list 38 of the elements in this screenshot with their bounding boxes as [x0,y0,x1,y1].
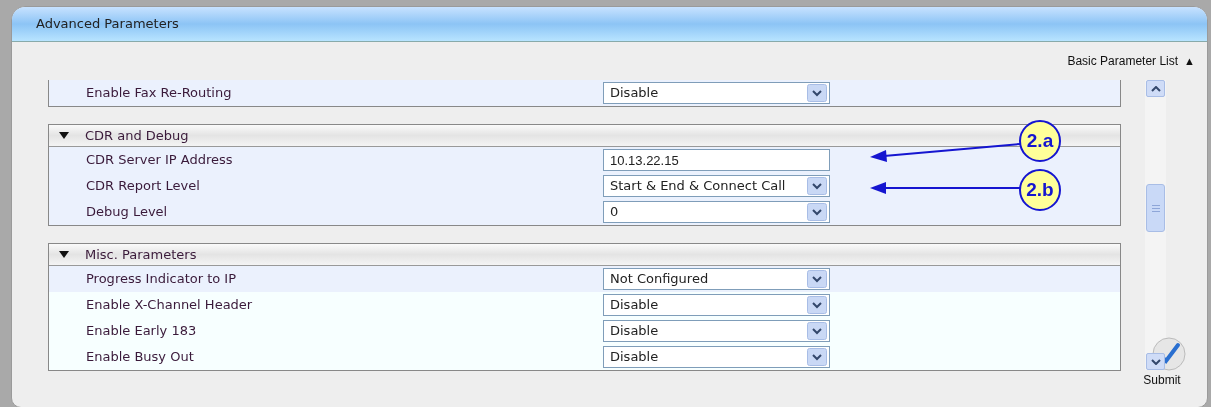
parameter-label: Enable Busy Out [85,348,195,367]
chevron-down-icon [1150,358,1161,365]
expanded-triangle-icon [59,132,69,139]
expanded-triangle-icon [59,251,69,258]
caret-icon [807,296,827,314]
dropdown[interactable]: Disable [603,82,830,104]
scroll-up-button[interactable] [1146,80,1165,97]
scroll-down-button[interactable] [1146,353,1165,370]
parameter-label: Progress Indicator to IP [85,270,238,289]
panel-title: Advanced Parameters [36,15,179,34]
dropdown[interactable]: Disable [603,320,830,342]
chevron-up-icon [1150,85,1161,92]
caret-icon [807,84,827,102]
section-title: Misc. Parameters [85,245,197,264]
caret-icon [807,270,827,288]
scroll-thumb[interactable] [1146,184,1165,232]
submit-button[interactable]: Submit [1138,337,1186,389]
caret-icon [807,322,827,340]
parameter-label: Debug Level [85,203,169,222]
scrollbar[interactable] [1145,80,1166,370]
basic-parameter-list-link[interactable]: Basic Parameter List ▲ [1067,52,1195,70]
checkmark-icon [1152,337,1186,371]
dropdown[interactable]: Start & End & Connect Call [603,175,830,197]
dropdown[interactable]: Disable [603,294,830,316]
dropdown[interactable]: Disable [603,346,830,368]
text-field[interactable]: 10.13.22.15 [603,149,830,171]
caret-icon [807,348,827,366]
parameter-label: Enable X-Channel Header [85,296,254,315]
parameter-label: CDR Report Level [85,177,201,196]
caret-icon [807,203,827,221]
dropdown[interactable]: 0 [603,201,830,223]
parameter-label: CDR Server IP Address [85,151,234,170]
section-header[interactable]: Misc. Parameters [49,244,1120,266]
caret-icon [807,177,827,195]
parameter-label: Enable Early 183 [85,322,198,341]
dropdown[interactable]: Not Configured [603,268,830,290]
parameter-label: Enable Fax Re-Routing [85,84,233,103]
section-title: CDR and Debug [85,126,189,145]
